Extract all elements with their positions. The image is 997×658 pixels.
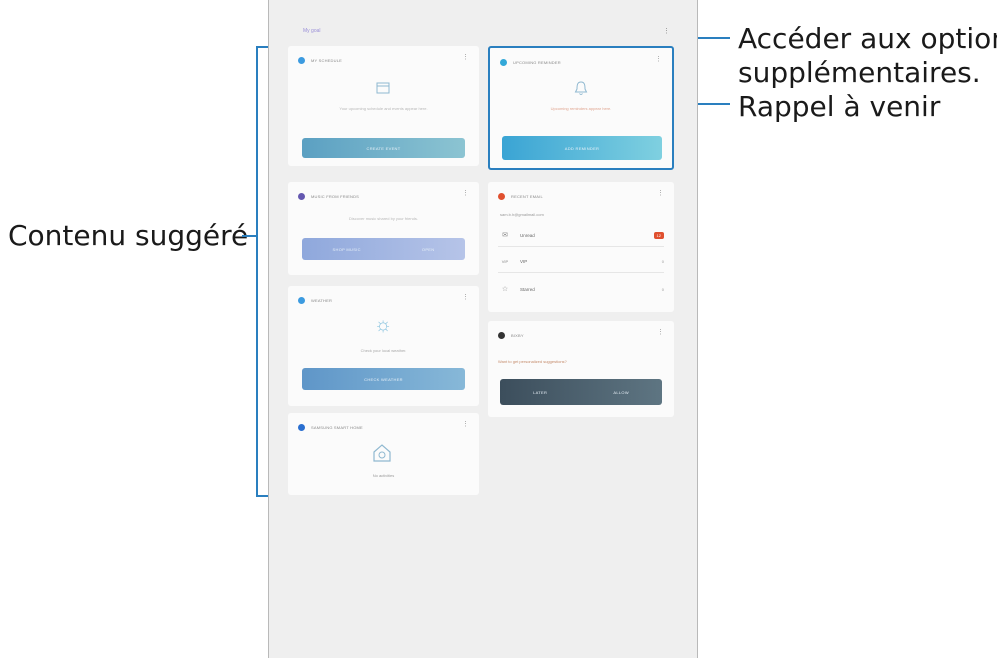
row-label: VIP xyxy=(520,258,528,264)
bixby-icon xyxy=(498,331,505,339)
card-smart-home[interactable]: SAMSUNG SMART HOME ⋮ No activities xyxy=(288,413,479,495)
music-button-bar: SHOP MUSIC OPEN xyxy=(302,238,465,260)
create-event-button[interactable]: CREATE EVENT xyxy=(302,138,465,158)
card-weather[interactable]: WEATHER ⋮ ☼ Check your local weather. CH… xyxy=(288,286,479,406)
card-text: Check your local weather. xyxy=(360,348,407,353)
card-upcoming-reminder[interactable]: UPCOMING REMINDER ⋮ Upcoming reminders a… xyxy=(488,46,674,170)
add-reminder-button[interactable]: ADD REMINDER xyxy=(502,136,662,160)
row-count: 0 xyxy=(661,258,664,264)
card-title: MY SCHEDULE xyxy=(311,57,343,63)
home-icon xyxy=(298,423,305,431)
card-title: RECENT EMAIL xyxy=(511,193,543,199)
card-bixby[interactable]: BIXBY ⋮ Want to get personalized suggest… xyxy=(488,321,674,417)
callout-upcoming-reminder: Rappel à venir xyxy=(738,90,941,123)
callout-more-options-line1: Accéder aux options xyxy=(738,22,997,55)
app-title: My goal xyxy=(303,28,321,34)
vertical-ellipsis-icon[interactable]: ⋮ xyxy=(663,28,670,36)
card-title: UPCOMING REMINDER xyxy=(513,59,561,65)
card-title: BIXBY xyxy=(511,332,524,338)
schedule-icon xyxy=(298,56,305,64)
vip-icon: VIP xyxy=(501,258,509,264)
star-icon: ☆ xyxy=(501,286,509,293)
sun-icon: ☼ xyxy=(373,313,393,336)
card-more-icon[interactable]: ⋮ xyxy=(655,56,662,64)
tablet-screen: My goal ⋮ MY SCHEDULE ⋮ Your upcoming sc… xyxy=(268,0,698,658)
envelope-icon: ✉ xyxy=(502,232,508,239)
card-more-icon[interactable]: ⋮ xyxy=(657,190,664,198)
callout-suggested-content: Contenu suggéré xyxy=(8,219,249,252)
email-icon xyxy=(498,192,505,200)
card-title: WEATHER xyxy=(311,297,333,303)
bell-icon xyxy=(570,78,592,98)
unread-badge: 12 xyxy=(653,231,664,239)
email-row-starred[interactable]: ☆ Starred 0 xyxy=(498,278,664,300)
card-text: Upcoming reminders appear here. xyxy=(550,106,612,111)
card-music-from-friends[interactable]: MUSIC FROM FRIENDS ⋮ Discover music shar… xyxy=(288,182,479,275)
later-button[interactable]: LATER xyxy=(533,390,547,395)
email-account: sam.b.h@gmailmail.com xyxy=(500,212,544,217)
weather-icon xyxy=(298,296,305,304)
leader-line-suggested xyxy=(242,235,256,237)
card-my-schedule[interactable]: MY SCHEDULE ⋮ Your upcoming schedule and… xyxy=(288,46,479,166)
music-icon xyxy=(298,192,305,200)
card-text: Discover music shared by your friends. xyxy=(349,216,418,221)
callout-more-options-line2: supplémentaires. xyxy=(738,56,981,89)
card-more-icon[interactable]: ⋮ xyxy=(462,421,469,429)
row-label: Starred xyxy=(520,286,535,292)
open-music-button[interactable]: OPEN xyxy=(422,247,435,252)
row-count: 0 xyxy=(661,286,664,292)
bixby-button-bar: LATER ALLOW xyxy=(500,379,662,405)
card-more-icon[interactable]: ⋮ xyxy=(462,54,469,62)
suggested-bracket-top xyxy=(256,46,268,48)
suggested-bracket-vertical xyxy=(256,46,258,497)
card-text: Your upcoming schedule and events appear… xyxy=(339,106,428,111)
card-title: SAMSUNG SMART HOME xyxy=(311,424,363,430)
email-row-vip[interactable]: VIP VIP 0 xyxy=(498,250,664,273)
calendar-icon xyxy=(374,79,392,95)
card-more-icon[interactable]: ⋮ xyxy=(462,294,469,302)
reminder-icon xyxy=(500,58,507,66)
email-row-unread[interactable]: ✉ Unread 12 xyxy=(498,224,664,247)
card-title: MUSIC FROM FRIENDS xyxy=(311,193,360,199)
shop-music-button[interactable]: SHOP MUSIC xyxy=(333,247,361,252)
card-text: No activities xyxy=(372,473,395,478)
row-label: Unread xyxy=(520,232,535,238)
suggested-bracket-bottom xyxy=(256,495,268,497)
allow-button[interactable]: ALLOW xyxy=(613,390,629,395)
card-more-icon[interactable]: ⋮ xyxy=(462,190,469,198)
card-more-icon[interactable]: ⋮ xyxy=(657,329,664,337)
card-text: Want to get personalized suggestions? xyxy=(498,359,567,364)
check-weather-button[interactable]: CHECK WEATHER xyxy=(302,368,465,390)
smart-home-icon xyxy=(370,441,394,465)
card-recent-email[interactable]: RECENT EMAIL ⋮ sam.b.h@gmailmail.com ✉ U… xyxy=(488,182,674,312)
